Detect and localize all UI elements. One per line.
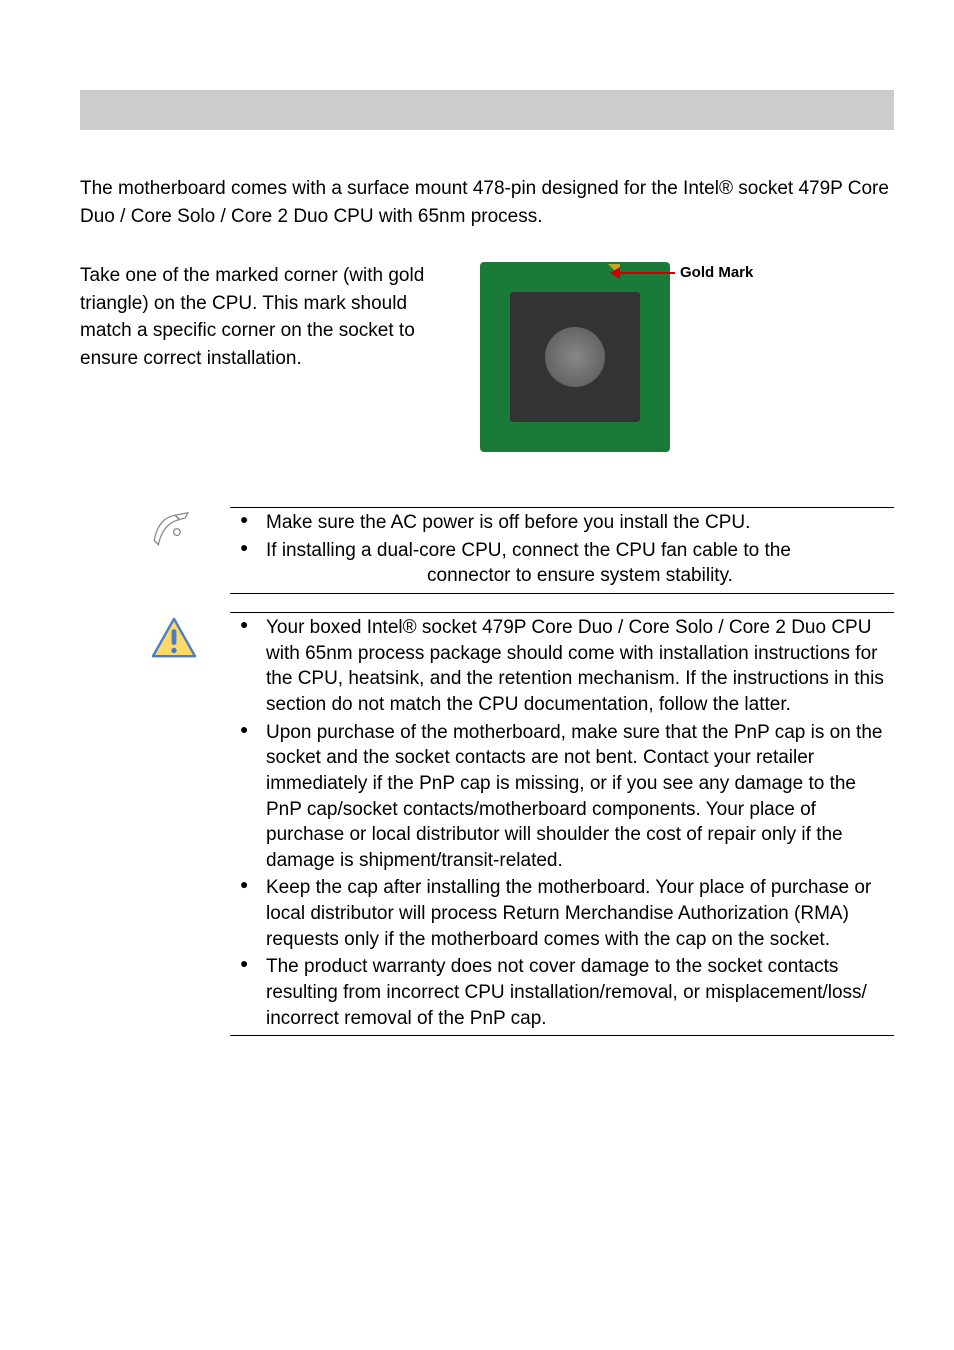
cpu-image: Gold Mark: [480, 262, 670, 452]
warning-icon-column: [150, 612, 210, 1036]
cpu-chip-graphic: [480, 262, 670, 452]
warning-content: Your boxed Intel® socket 479P Core Duo /…: [230, 612, 894, 1036]
warning-item: Your boxed Intel® socket 479P Core Duo /…: [230, 615, 894, 718]
note-icon-column: [150, 507, 210, 594]
warning-item: Keep the cap after installing the mother…: [230, 875, 894, 952]
gold-mark-label: Gold Mark: [680, 264, 753, 281]
warning-icon: [150, 616, 198, 660]
note-content: Make sure the AC power is off before you…: [230, 507, 894, 594]
warning-item: The product warranty does not cover dama…: [230, 954, 894, 1031]
note-block: Make sure the AC power is off before you…: [150, 507, 894, 594]
intro-paragraph: The motherboard comes with a surface mou…: [80, 175, 894, 230]
arrow-line: [615, 272, 675, 274]
header-bar: [80, 90, 894, 130]
instruction-with-image: Take one of the marked corner (with gold…: [80, 262, 894, 452]
note-item: If installing a dual-core CPU, connect t…: [230, 538, 894, 589]
pencil-icon: [150, 511, 192, 549]
warning-item: Upon purchase of the motherboard, make s…: [230, 720, 894, 874]
warning-block: Your boxed Intel® socket 479P Core Duo /…: [150, 612, 894, 1036]
corner-instruction-text: Take one of the marked corner (with gold…: [80, 262, 450, 452]
note-item: Make sure the AC power is off before you…: [230, 510, 894, 536]
